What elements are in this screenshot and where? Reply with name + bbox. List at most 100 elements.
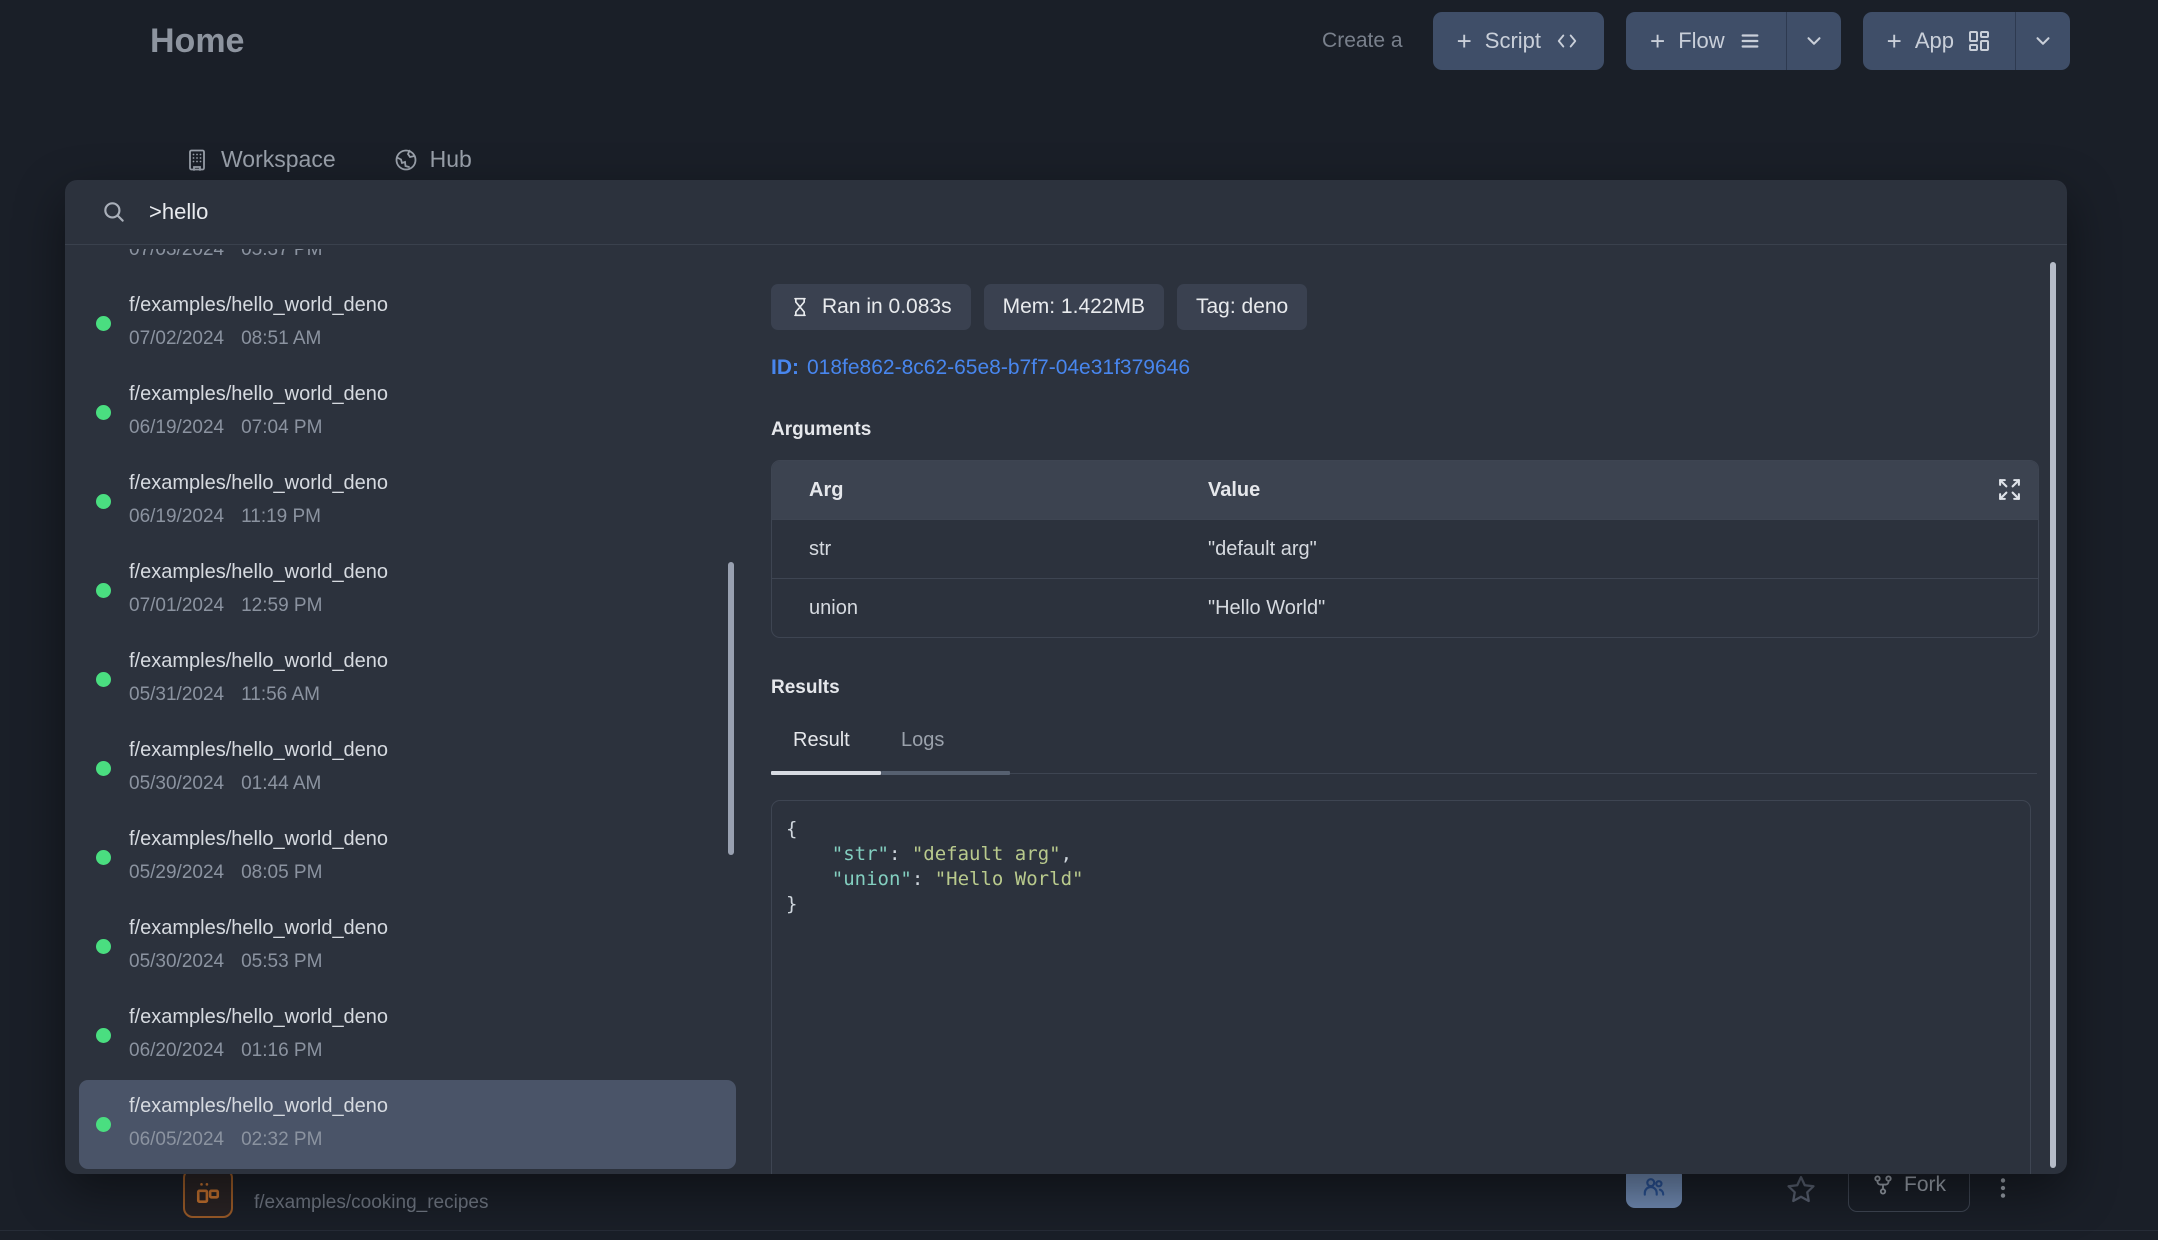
arguments-table-header: Arg Value <box>772 461 2038 519</box>
success-dot-icon <box>96 1028 111 1043</box>
kebab-menu-icon[interactable] <box>1990 1172 2016 1204</box>
run-path: f/examples/hello_world_deno <box>129 383 736 406</box>
fork-button-label: Fork <box>1904 1173 1946 1197</box>
windmill-home-screen: Home Create a + Script + Flow <box>0 0 2158 1240</box>
search-icon <box>101 199 127 225</box>
background-item-path[interactable]: f/examples/cooking_recipes <box>254 1192 488 1214</box>
hourglass-icon <box>790 296 810 318</box>
run-stat-badges: Ran in 0.083s Mem: 1.422MB Tag: deno <box>771 284 2067 330</box>
git-fork-icon <box>1872 1173 1894 1197</box>
run-path: f/examples/hello_world_deno <box>129 472 736 495</box>
globe-icon <box>394 148 418 172</box>
run-id-link[interactable]: 018fe862-8c62-65e8-b7f7-04e31f379646 <box>807 356 1190 379</box>
create-toolbar: Create a + Script + Flow <box>1322 11 2070 71</box>
tag-badge: Tag: deno <box>1177 284 1307 330</box>
create-app-button-group: + App <box>1863 12 2070 70</box>
run-path: f/examples/hello_world_deno <box>129 739 736 762</box>
run-date: 07/03/202405:37 PM <box>129 249 736 261</box>
create-script-button[interactable]: + Script <box>1433 12 1604 70</box>
app-item-icon <box>183 1168 233 1218</box>
create-script-button-group: + Script <box>1433 12 1604 70</box>
tab-logs[interactable]: Logs <box>901 729 944 752</box>
run-date: 07/01/202412:59 PM <box>129 595 736 617</box>
duration-badge: Ran in 0.083s <box>771 284 971 330</box>
value-column-header: Value <box>1208 479 2038 502</box>
runs-list: 07/03/202405:37 PM f/examples/hello_worl… <box>65 245 742 1174</box>
run-list-item-selected[interactable]: f/examples/hello_world_deno 06/05/202402… <box>79 1080 736 1169</box>
tab-workspace-label: Workspace <box>221 146 336 173</box>
run-list-item[interactable]: f/examples/hello_world_deno 06/20/202401… <box>79 991 736 1080</box>
run-list-item[interactable]: f/examples/hello_world_deno 05/29/202408… <box>79 813 736 902</box>
run-list-item[interactable]: f/examples/hello_world_deno 05/31/202411… <box>79 635 736 724</box>
create-flow-button[interactable]: + Flow <box>1626 12 1786 70</box>
arguments-title: Arguments <box>771 419 2067 441</box>
success-dot-icon <box>96 850 111 865</box>
run-date: 06/19/202407:04 PM <box>129 417 736 439</box>
run-list-item[interactable]: 07/03/202405:37 PM <box>79 249 736 279</box>
tab-hub[interactable]: Hub <box>394 146 472 173</box>
create-app-label: App <box>1915 28 1954 54</box>
arg-value-cell: "default arg" <box>1208 538 2038 561</box>
search-modal: >hello 07/03/202405:37 PM f/examples/hel… <box>65 180 2067 1174</box>
run-id-line: ID: 018fe862-8c62-65e8-b7f7-04e31f379646 <box>771 356 2067 380</box>
plus-icon: + <box>1650 28 1665 54</box>
run-id-label: ID: <box>771 356 799 379</box>
run-path: f/examples/hello_world_deno <box>129 294 736 317</box>
create-prefix-label: Create a <box>1322 29 1403 53</box>
tab-result[interactable]: Result <box>793 729 850 752</box>
flow-dropdown-caret[interactable] <box>1787 12 1841 70</box>
arg-name-cell: str <box>772 538 1208 561</box>
success-dot-icon <box>96 583 111 598</box>
table-row: str "default arg" <box>772 519 2038 578</box>
run-date: 07/02/202408:51 AM <box>129 328 736 350</box>
run-path: f/examples/hello_world_deno <box>129 1006 736 1029</box>
favorite-star-icon[interactable] <box>1786 1174 1816 1204</box>
results-title: Results <box>771 677 2067 699</box>
code-icon <box>1554 30 1580 52</box>
details-scrollbar[interactable] <box>2050 262 2056 1168</box>
create-app-button[interactable]: + App <box>1863 12 2015 70</box>
search-bar[interactable]: >hello <box>65 180 2067 245</box>
users-icon <box>1639 1174 1669 1200</box>
run-date: 05/31/202411:56 AM <box>129 684 736 706</box>
list-scrollbar[interactable] <box>728 562 734 855</box>
search-input[interactable]: >hello <box>149 199 208 225</box>
result-json-viewer[interactable]: { "str": "default arg", "union": "Hello … <box>771 800 2031 1174</box>
chevron-down-icon <box>1803 30 1825 52</box>
expand-icon[interactable] <box>1997 477 2022 502</box>
success-dot-icon <box>96 672 111 687</box>
create-flow-label: Flow <box>1678 28 1724 54</box>
run-date: 05/30/202401:44 AM <box>129 773 736 795</box>
run-path: f/examples/hello_world_deno <box>129 917 736 940</box>
app-grid-icon <box>1967 29 1991 53</box>
run-date: 06/05/202402:32 PM <box>129 1129 736 1151</box>
tab-workspace[interactable]: Workspace <box>185 146 336 173</box>
results-tabs: Result Logs <box>771 729 2037 776</box>
run-date: 05/29/202408:05 PM <box>129 862 736 884</box>
plus-icon: + <box>1457 28 1472 54</box>
app-dropdown-caret[interactable] <box>2016 12 2070 70</box>
success-dot-icon <box>96 1117 111 1132</box>
run-path: f/examples/hello_world_deno <box>129 1095 736 1118</box>
run-list-item[interactable]: f/examples/hello_world_deno 07/01/202412… <box>79 546 736 635</box>
run-list-item[interactable]: f/examples/hello_world_deno 06/19/202411… <box>79 457 736 546</box>
run-list-item[interactable]: f/examples/hello_world_deno 07/02/202408… <box>79 279 736 368</box>
active-tab-underline <box>771 771 881 775</box>
success-dot-icon <box>96 761 111 776</box>
memory-badge: Mem: 1.422MB <box>984 284 1164 330</box>
run-path: f/examples/hello_world_deno <box>129 650 736 673</box>
run-date: 06/20/202401:16 PM <box>129 1040 736 1062</box>
run-date: 06/19/202411:19 PM <box>129 506 736 528</box>
run-path: f/examples/hello_world_deno <box>129 828 736 851</box>
arg-column-header: Arg <box>772 479 1208 502</box>
run-list-item[interactable]: f/examples/hello_world_deno 05/30/202405… <box>79 902 736 991</box>
run-list-item[interactable]: f/examples/hello_world_deno 06/19/202407… <box>79 368 736 457</box>
arg-value-cell: "Hello World" <box>1208 597 2038 620</box>
table-row: union "Hello World" <box>772 578 2038 637</box>
run-list-item[interactable]: f/examples/hello_world_deno 05/30/202401… <box>79 724 736 813</box>
building-icon <box>185 148 209 172</box>
page-title: Home <box>150 22 244 61</box>
search-results-body: 07/03/202405:37 PM f/examples/hello_worl… <box>65 245 2067 1174</box>
flow-list-icon <box>1738 30 1762 52</box>
arg-name-cell: union <box>772 597 1208 620</box>
